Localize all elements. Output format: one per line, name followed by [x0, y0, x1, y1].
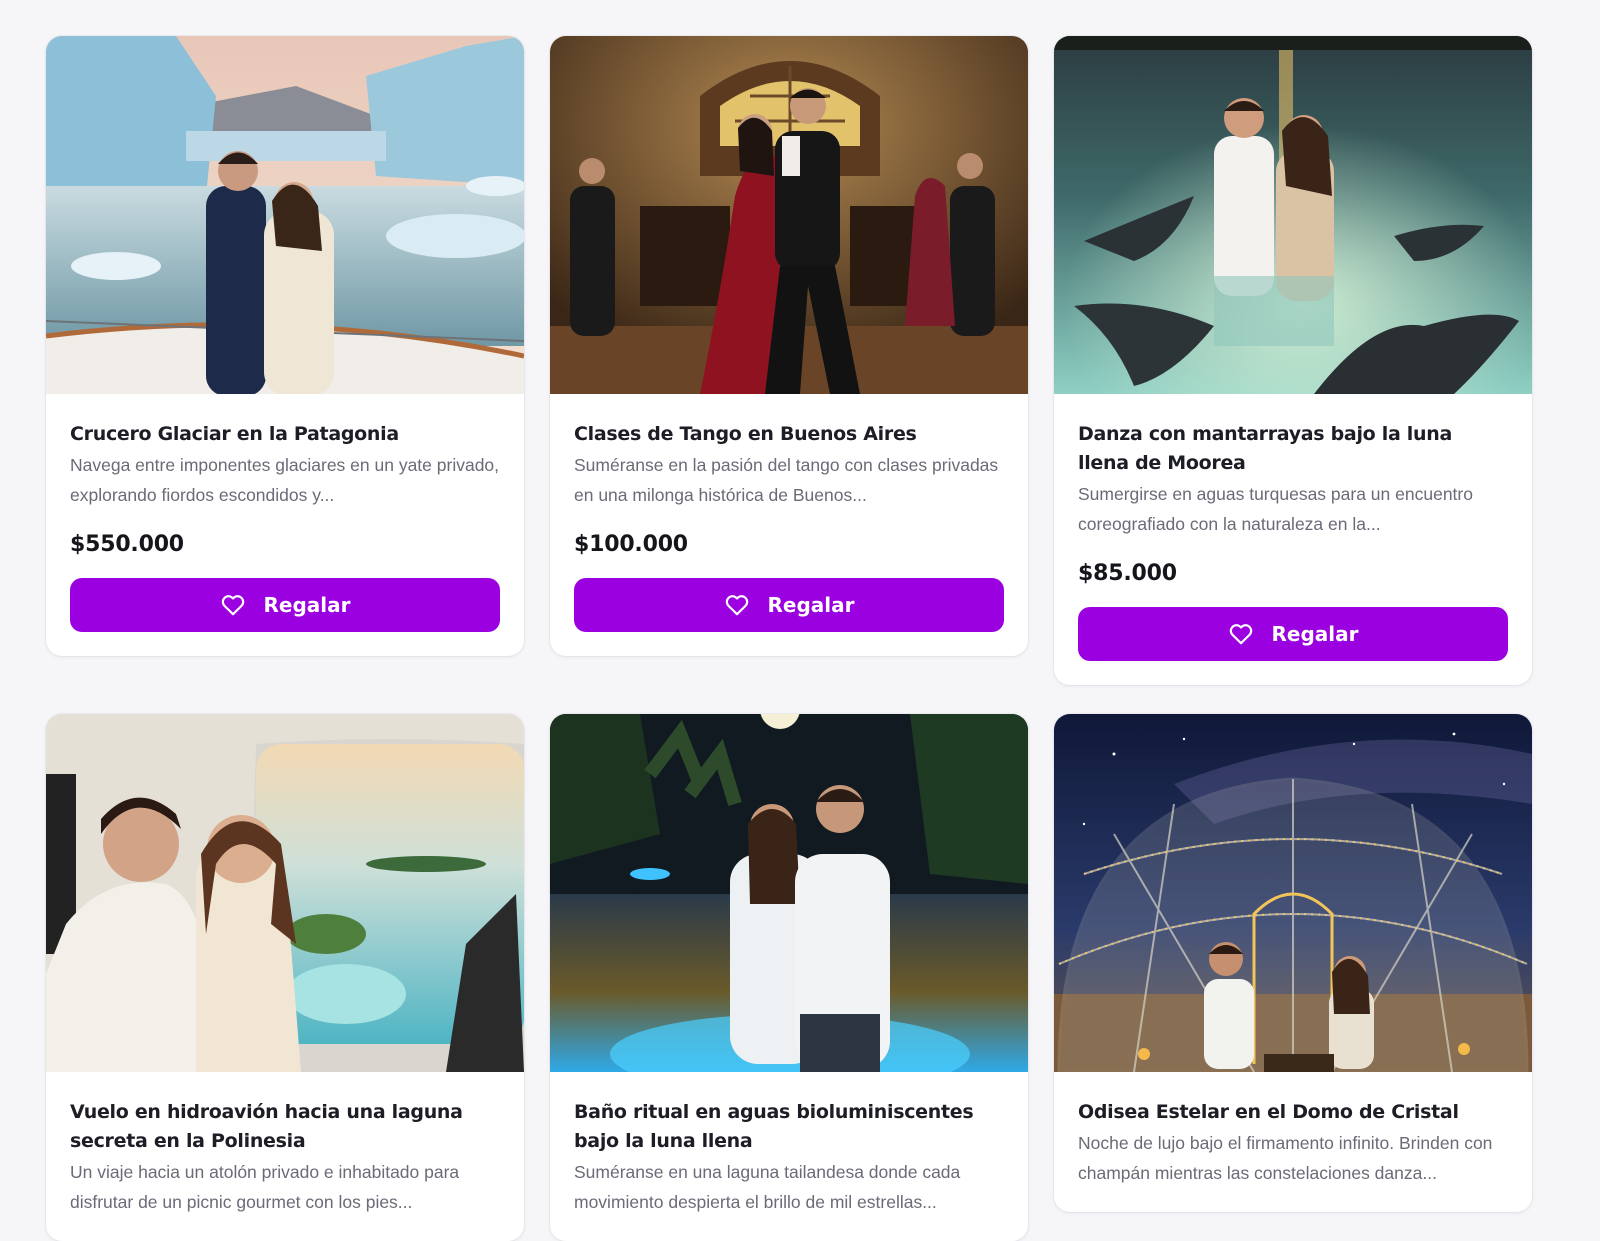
experience-card[interactable]: Danza con mantarrayas bajo la luna llena… [1054, 36, 1532, 685]
gift-button[interactable]: Regalar [70, 578, 500, 632]
experience-title: Odisea Estelar en el Domo de Cristal [1078, 1101, 1459, 1123]
experience-description: Sumergirse en aguas turquesas para un en… [1078, 484, 1473, 534]
experience-description: Un viaje hacia un atolón privado e inhab… [70, 1162, 460, 1212]
gift-button-label: Regalar [1271, 622, 1359, 646]
experience-card[interactable]: Odisea Estelar en el Domo de Cristal Noc… [1054, 714, 1532, 1212]
experience-price: $550.000 [70, 532, 184, 557]
gift-button[interactable]: Regalar [1078, 607, 1508, 661]
heart-icon [725, 595, 748, 616]
experience-image[interactable] [46, 36, 524, 394]
experience-image[interactable] [550, 36, 1028, 394]
heart-icon [1229, 624, 1252, 645]
experience-title: Baño ritual en aguas bioluminiscentes ba… [574, 1101, 974, 1152]
experience-description: Navega entre imponentes glaciares en un … [70, 455, 500, 505]
gift-button[interactable]: Regalar [574, 578, 1004, 632]
gift-button-label: Regalar [263, 593, 351, 617]
experience-image[interactable] [46, 714, 524, 1072]
experience-image[interactable] [550, 714, 1028, 1072]
experience-card[interactable]: Vuelo en hidroavión hacia una laguna sec… [46, 714, 524, 1241]
heart-icon [221, 595, 244, 616]
experience-description: Noche de lujo bajo el firmamento infinit… [1078, 1133, 1493, 1183]
experience-description: Suméranse en la pasión del tango con cla… [574, 455, 999, 505]
experience-description: Suméranse en una laguna tailandesa donde… [574, 1162, 961, 1212]
experience-price: $85.000 [1078, 561, 1177, 586]
experience-title: Vuelo en hidroavión hacia una laguna sec… [70, 1101, 463, 1152]
experience-price: $100.000 [574, 532, 688, 557]
gift-button-label: Regalar [767, 593, 855, 617]
experience-title: Clases de Tango en Buenos Aires [574, 423, 917, 445]
experience-title: Crucero Glaciar en la Patagonia [70, 423, 399, 445]
experience-card[interactable]: Crucero Glaciar en la Patagonia Navega e… [46, 36, 524, 656]
experience-title: Danza con mantarrayas bajo la luna llena… [1078, 423, 1452, 474]
experience-image[interactable] [1054, 714, 1532, 1072]
experience-card[interactable]: Clases de Tango en Buenos Aires Sumérans… [550, 36, 1028, 656]
experience-image[interactable] [1054, 36, 1532, 394]
experience-card[interactable]: Baño ritual en aguas bioluminiscentes ba… [550, 714, 1028, 1241]
